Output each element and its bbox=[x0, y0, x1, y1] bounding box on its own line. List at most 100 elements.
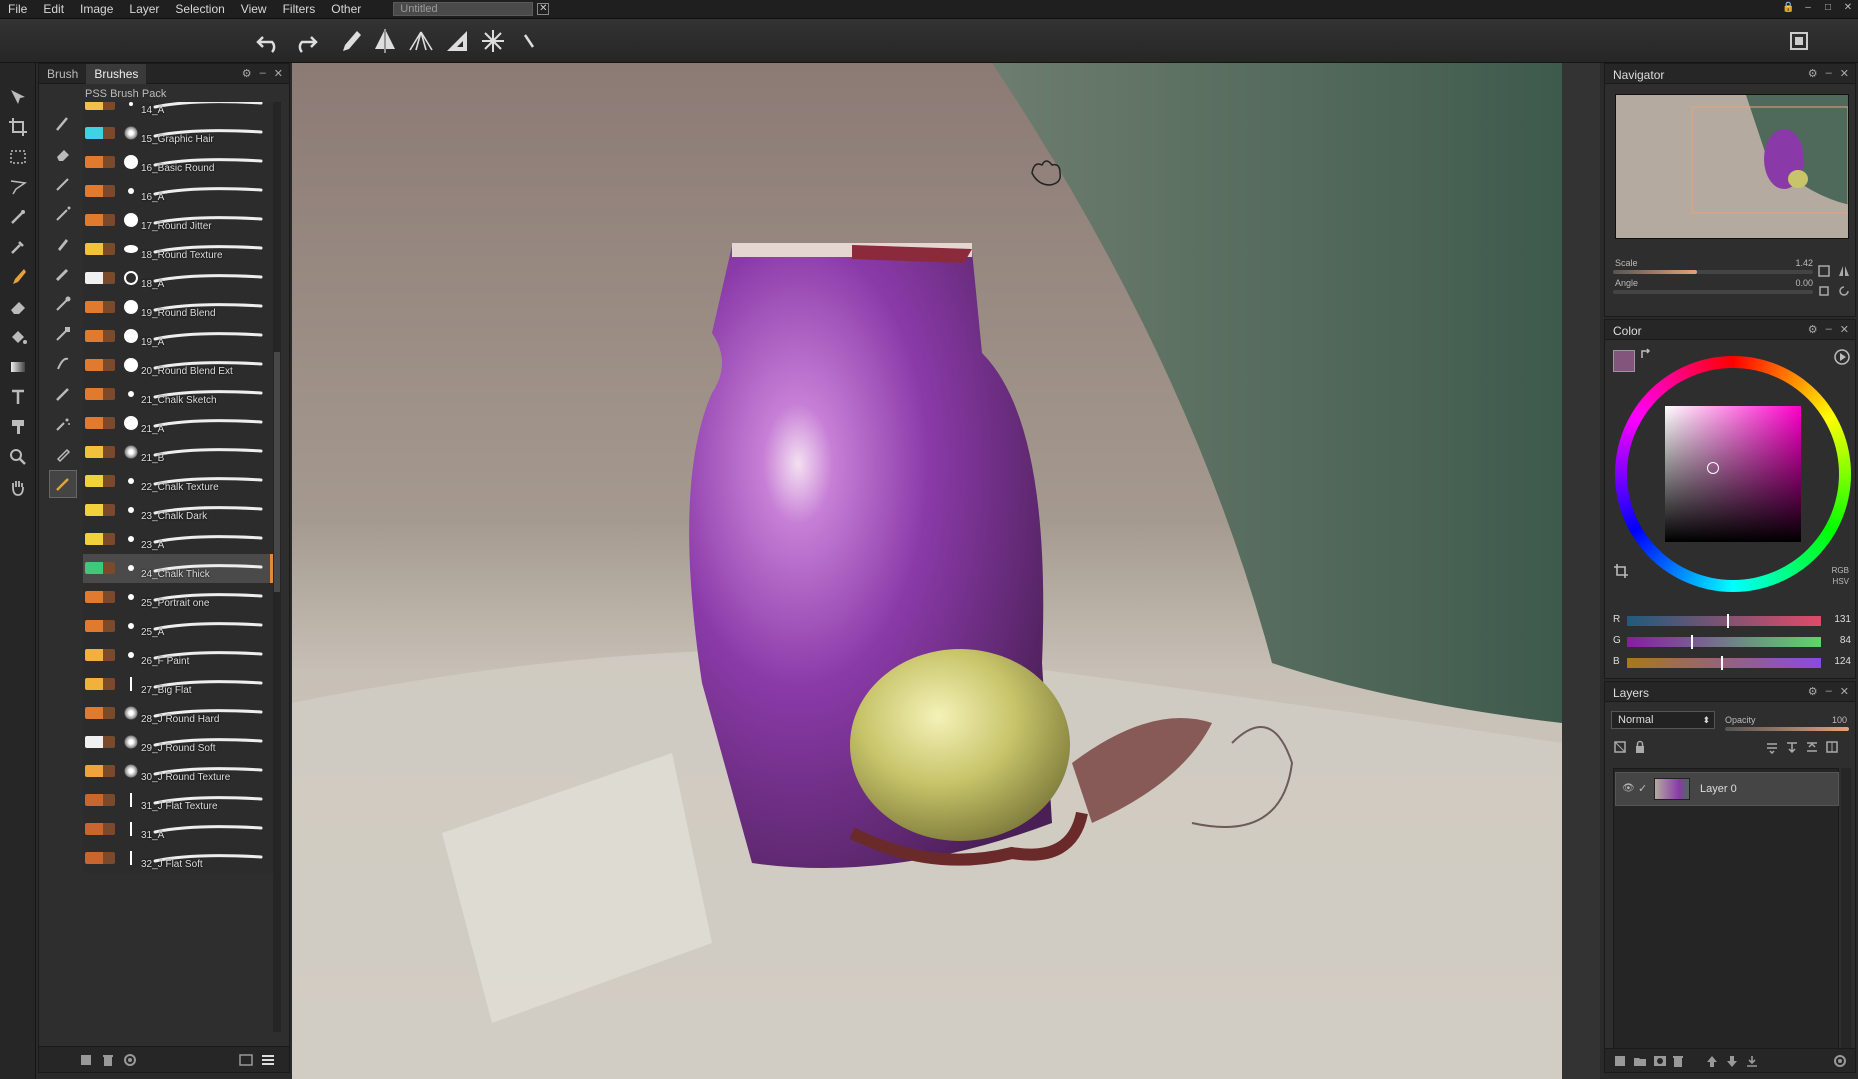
checkmark-icon[interactable]: ✓ bbox=[1638, 782, 1647, 795]
tab-brushes[interactable]: Brushes bbox=[86, 63, 147, 84]
grid-view-icon[interactable] bbox=[239, 1053, 253, 1067]
gpu-button[interactable] bbox=[1782, 25, 1816, 57]
scale-track[interactable] bbox=[1613, 270, 1813, 274]
brush-item[interactable]: 28_J Round Hard bbox=[83, 699, 273, 728]
blue-marker[interactable] bbox=[1721, 656, 1724, 670]
layer-name[interactable]: Layer 0 bbox=[1700, 783, 1737, 795]
brush-item[interactable]: 21_A bbox=[83, 409, 273, 438]
lock-icon[interactable]: 🔒 bbox=[1782, 2, 1794, 14]
menu-edit[interactable]: Edit bbox=[35, 0, 72, 19]
blue-slider[interactable]: B 124 bbox=[1613, 656, 1853, 670]
hand-tool[interactable] bbox=[6, 475, 30, 499]
brush-item[interactable]: 18_Round Texture bbox=[83, 235, 273, 264]
brush-item[interactable]: 21_B bbox=[83, 438, 273, 467]
fit-view-icon[interactable] bbox=[1817, 264, 1831, 278]
brush-item[interactable]: 25_Portrait one bbox=[83, 583, 273, 612]
category-eraser[interactable] bbox=[49, 140, 77, 168]
menu-filters[interactable]: Filters bbox=[275, 0, 324, 19]
brush-item[interactable]: 31_A bbox=[83, 815, 273, 844]
painting-canvas[interactable] bbox=[292, 63, 1562, 1079]
red-marker[interactable] bbox=[1726, 614, 1729, 628]
reset-rotation-icon[interactable] bbox=[1837, 284, 1851, 298]
minimize-icon[interactable]: – bbox=[260, 67, 266, 80]
straight-line-button[interactable] bbox=[512, 25, 546, 57]
document-tab[interactable]: Untitled bbox=[393, 2, 534, 16]
delete-layer-icon[interactable] bbox=[1671, 1054, 1685, 1068]
actual-size-icon[interactable] bbox=[1817, 284, 1831, 298]
close-icon[interactable]: ✕ bbox=[274, 67, 283, 80]
gear-icon[interactable]: ⚙ bbox=[242, 67, 252, 80]
category-blender[interactable] bbox=[49, 380, 77, 408]
brush-item[interactable]: 22_Chalk Texture bbox=[83, 467, 273, 496]
eye-icon[interactable]: 👁 bbox=[1622, 783, 1635, 794]
list-view-icon[interactable] bbox=[261, 1053, 275, 1067]
brush-item[interactable]: 19_A bbox=[83, 322, 273, 351]
minimize-icon[interactable]: – bbox=[1826, 323, 1832, 336]
mode-hsv-label[interactable]: HSV bbox=[1833, 577, 1849, 586]
flatten-icon[interactable] bbox=[1805, 740, 1819, 754]
brush-list-scrollbar[interactable] bbox=[273, 102, 281, 1032]
layer-scrollbar[interactable] bbox=[1841, 768, 1851, 1062]
category-pss-pack[interactable] bbox=[49, 470, 77, 498]
text-tool[interactable] bbox=[6, 385, 30, 409]
zoom-tool[interactable] bbox=[6, 445, 30, 469]
navigator-scale-slider[interactable]: Scale 1.42 bbox=[1613, 258, 1813, 278]
gear-icon[interactable]: ⚙ bbox=[1808, 67, 1818, 80]
minimize-icon[interactable]: – bbox=[1826, 685, 1832, 698]
brush-item[interactable]: 17_Round Jitter bbox=[83, 206, 273, 235]
fill-tool[interactable] bbox=[6, 325, 30, 349]
kaleidoscope-button[interactable] bbox=[476, 25, 510, 57]
crop-tool[interactable] bbox=[6, 115, 30, 139]
eraser-tool[interactable] bbox=[6, 295, 30, 319]
document-tab-close-button[interactable]: ✕ bbox=[537, 3, 550, 15]
saturation-value-square[interactable] bbox=[1665, 406, 1801, 542]
brush-item[interactable]: 18_A bbox=[83, 264, 273, 293]
angle-track[interactable] bbox=[1613, 290, 1813, 294]
red-value[interactable]: 131 bbox=[1834, 614, 1851, 625]
trash-icon[interactable] bbox=[101, 1053, 115, 1067]
brush-item[interactable]: 23_Chalk Dark bbox=[83, 496, 273, 525]
merge-down-icon[interactable] bbox=[1765, 740, 1779, 754]
menu-file[interactable]: File bbox=[0, 0, 35, 19]
close-icon[interactable]: ✕ bbox=[1840, 685, 1849, 698]
rect-select-tool[interactable] bbox=[6, 145, 30, 169]
green-track[interactable] bbox=[1627, 637, 1821, 647]
minimize-button[interactable]: – bbox=[1802, 2, 1814, 14]
merge-layer-icon[interactable] bbox=[1745, 1054, 1759, 1068]
brush-item[interactable]: 14_A bbox=[83, 102, 273, 119]
tab-brush[interactable]: Brush bbox=[39, 64, 86, 84]
close-icon[interactable]: ✕ bbox=[1840, 67, 1849, 80]
category-oil[interactable] bbox=[49, 320, 77, 348]
brush-item[interactable]: 19_Round Blend bbox=[83, 293, 273, 322]
paint-brush-tool[interactable] bbox=[6, 265, 30, 289]
mask-icon[interactable] bbox=[1653, 1054, 1667, 1068]
menu-other[interactable]: Other bbox=[323, 0, 369, 19]
move-down-icon[interactable] bbox=[1725, 1054, 1739, 1068]
stamp-tool[interactable] bbox=[6, 415, 30, 439]
navigator-preview[interactable] bbox=[1615, 94, 1849, 239]
brush-item[interactable]: 16_A bbox=[83, 177, 273, 206]
brush-item[interactable]: 23_A bbox=[83, 525, 273, 554]
brush-item[interactable]: 29_J Round Soft bbox=[83, 728, 273, 757]
move-up-icon[interactable] bbox=[1705, 1054, 1719, 1068]
blue-track[interactable] bbox=[1627, 658, 1821, 668]
category-particle[interactable] bbox=[49, 410, 77, 438]
brush-item[interactable]: 30_J Round Texture bbox=[83, 757, 273, 786]
category-pencil[interactable] bbox=[49, 110, 77, 138]
eyedropper-tool[interactable] bbox=[6, 235, 30, 259]
category-smudge[interactable] bbox=[49, 350, 77, 378]
color-picker-handle[interactable] bbox=[1707, 462, 1719, 474]
mode-rgb-label[interactable]: RGB bbox=[1832, 566, 1849, 575]
brush-item[interactable]: 15_Graphic Hair bbox=[83, 119, 273, 148]
settings-gear-icon[interactable] bbox=[123, 1053, 137, 1067]
symmetry-button[interactable] bbox=[368, 25, 402, 57]
menu-selection[interactable]: Selection bbox=[167, 0, 232, 19]
category-airbrush[interactable] bbox=[49, 170, 77, 198]
maximize-button[interactable]: □ bbox=[1822, 2, 1834, 14]
scrollbar-thumb[interactable] bbox=[274, 352, 280, 592]
category-watercolor[interactable] bbox=[49, 290, 77, 318]
close-icon[interactable]: ✕ bbox=[1840, 323, 1849, 336]
green-value[interactable]: 84 bbox=[1840, 635, 1851, 646]
transform-tool[interactable] bbox=[6, 85, 30, 109]
minimize-icon[interactable]: – bbox=[1826, 67, 1832, 80]
